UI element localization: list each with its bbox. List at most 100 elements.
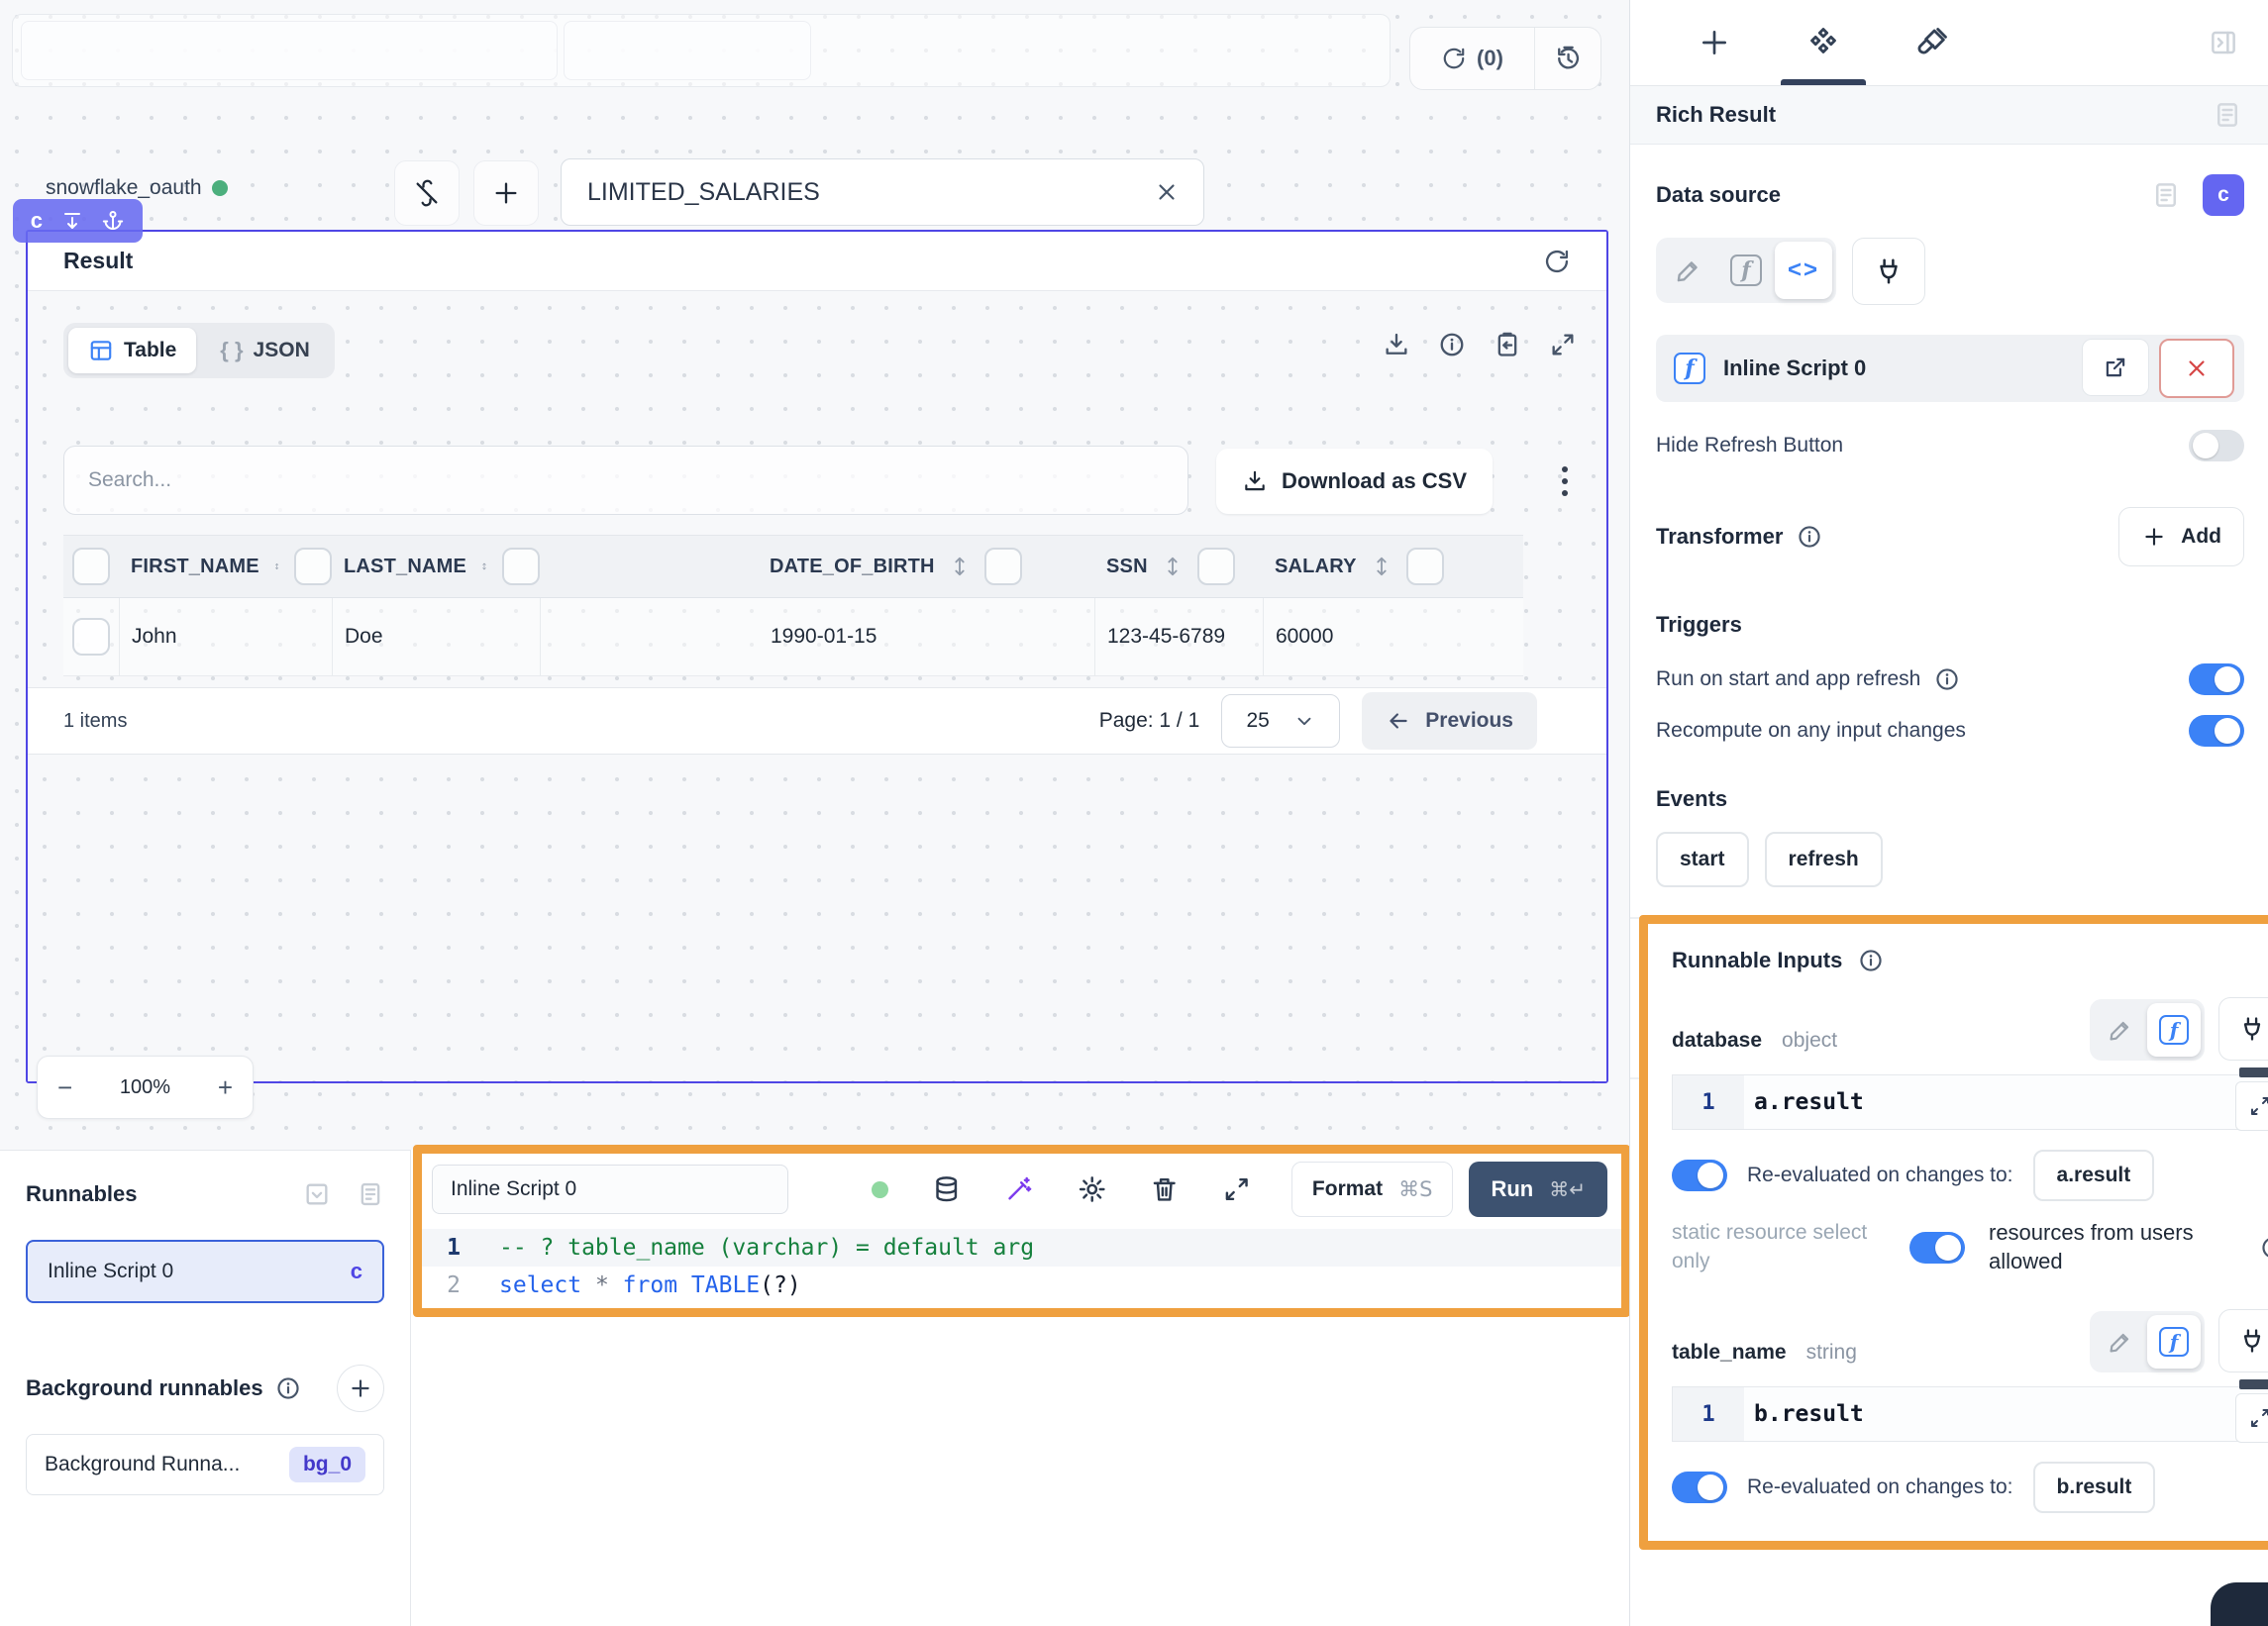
reeval-toggle[interactable] — [1672, 1160, 1727, 1191]
tab-insert-component[interactable] — [1660, 0, 1769, 85]
sort-icon[interactable] — [949, 554, 971, 579]
zoom-out-button[interactable]: − — [57, 1072, 72, 1103]
component-id-badge[interactable]: c — [2203, 174, 2244, 216]
expand-fullscreen-icon[interactable] — [1549, 331, 1577, 358]
code-expression-mode[interactable]: <> — [1775, 242, 1832, 299]
tab-table[interactable]: Table — [68, 328, 196, 373]
ai-magic-wand-icon[interactable] — [1004, 1174, 1033, 1204]
expression-mode[interactable]: f — [2147, 1003, 2201, 1057]
column-toggle-checkbox[interactable] — [1406, 548, 1444, 585]
select-all-checkbox[interactable] — [72, 548, 110, 585]
remove-script-button[interactable] — [2159, 339, 2234, 398]
collapse-panel-icon[interactable] — [303, 1180, 331, 1208]
sort-icon[interactable] — [480, 554, 488, 579]
unlink-button[interactable] — [394, 160, 460, 226]
format-button[interactable]: Format ⌘S — [1291, 1162, 1454, 1217]
table-name-text-input[interactable] — [585, 177, 1154, 208]
expand-expression-button[interactable] — [2235, 1081, 2268, 1131]
previous-page-button[interactable]: Previous — [1362, 692, 1537, 750]
refresh-all-button[interactable]: (0) — [1410, 28, 1534, 89]
expression-value[interactable]: b.result — [1744, 1401, 1864, 1427]
expand-expression-button[interactable] — [2235, 1393, 2268, 1443]
recompute-toggle[interactable] — [2189, 715, 2244, 747]
add-background-runnable-button[interactable] — [337, 1365, 384, 1412]
placeholder-component[interactable] — [12, 14, 1391, 87]
sort-icon[interactable] — [273, 554, 280, 579]
data-source-script-chip[interactable]: f Inline Script 0 — [1656, 335, 2244, 402]
scrollbar-nub[interactable] — [2239, 1067, 2268, 1077]
hide-refresh-toggle[interactable] — [2189, 430, 2244, 461]
docs-icon[interactable] — [2151, 180, 2181, 210]
sort-icon[interactable] — [1371, 554, 1392, 579]
corner-widget[interactable] — [2211, 1582, 2268, 1626]
collapse-sidebar-icon[interactable] — [2209, 28, 2238, 57]
column-toggle-checkbox[interactable] — [984, 548, 1022, 585]
result-refresh-icon[interactable] — [1543, 248, 1571, 275]
sql-code-editor[interactable]: 1 -- ? table_name (varchar) = default ar… — [422, 1229, 1621, 1304]
column-header-date-of-birth[interactable]: DATE_OF_BIRTH — [540, 548, 1094, 585]
static-pencil-mode[interactable] — [2094, 1003, 2147, 1057]
column-toggle-checkbox[interactable] — [1197, 548, 1235, 585]
reeval-toggle[interactable] — [1672, 1472, 1727, 1503]
event-start-pill[interactable]: start — [1656, 832, 1749, 887]
docs-icon[interactable] — [357, 1180, 384, 1208]
resources-from-users-toggle[interactable] — [1909, 1232, 1965, 1264]
column-header-last-name[interactable]: LAST_NAME — [332, 548, 540, 585]
column-toggle-checkbox[interactable] — [294, 548, 332, 585]
connect-input-button[interactable] — [2218, 997, 2268, 1061]
script-name-input[interactable] — [449, 1176, 772, 1202]
connect-input-button[interactable] — [2218, 1309, 2268, 1372]
tab-styling[interactable] — [1878, 0, 1987, 85]
copy-to-clipboard-icon[interactable] — [1494, 331, 1521, 358]
page-size-select[interactable]: 25 — [1221, 694, 1340, 748]
table-row[interactable]: John Doe 1990-01-15 123-45-6789 60000 — [63, 598, 1523, 676]
table-name-expression-editor[interactable]: 1 b.result — [1672, 1386, 2268, 1442]
expand-down-icon[interactable] — [60, 209, 84, 233]
history-button[interactable] — [1534, 28, 1600, 89]
open-script-button[interactable] — [2082, 339, 2149, 396]
anchor-icon[interactable] — [101, 209, 125, 233]
event-refresh-pill[interactable]: refresh — [1765, 832, 1883, 887]
column-header-ssn[interactable]: SSN — [1094, 548, 1263, 585]
runnable-item-inline-script-0[interactable]: Inline Script 0 c — [26, 1240, 384, 1303]
clear-input-icon[interactable] — [1154, 179, 1180, 205]
rich-result-component[interactable]: Result Table { } JSON — [26, 230, 1608, 1083]
template-mode[interactable]: f — [1717, 242, 1775, 299]
add-component-button[interactable] — [473, 160, 539, 226]
run-button[interactable]: Run ⌘↵ — [1469, 1162, 1607, 1217]
code-line-2[interactable]: 2 select * from TABLE(?) — [422, 1267, 1621, 1304]
download-icon[interactable] — [1383, 331, 1410, 358]
expression-mode[interactable]: f — [2147, 1315, 2201, 1369]
database-icon[interactable] — [932, 1174, 961, 1204]
placeholder-sub-component[interactable] — [21, 21, 558, 80]
component-toolbar[interactable]: c — [13, 199, 143, 243]
reeval-target-pill[interactable]: a.result — [2033, 1150, 2155, 1201]
column-header-first-name[interactable]: FIRST_NAME — [119, 548, 332, 585]
tab-component-settings[interactable] — [1769, 0, 1878, 85]
zoom-in-button[interactable]: + — [218, 1072, 233, 1103]
scrollbar-nub[interactable] — [2239, 1379, 2268, 1389]
database-expression-editor[interactable]: 1 a.result — [1672, 1074, 2268, 1130]
tab-json[interactable]: { } JSON — [200, 328, 329, 373]
settings-gear-icon[interactable] — [1078, 1174, 1106, 1204]
static-pencil-mode[interactable] — [1660, 242, 1717, 299]
background-runnable-item[interactable]: Background Runna... bg_0 — [26, 1434, 384, 1495]
connect-input-button[interactable] — [1852, 238, 1925, 305]
run-on-start-toggle[interactable] — [2189, 663, 2244, 695]
table-more-options-button[interactable] — [1545, 461, 1585, 501]
reeval-target-pill[interactable]: b.result — [2033, 1462, 2156, 1513]
code-line-1[interactable]: 1 -- ? table_name (varchar) = default ar… — [422, 1229, 1621, 1267]
table-search-input[interactable] — [86, 467, 1166, 493]
column-header-salary[interactable]: SALARY — [1263, 548, 1523, 585]
expand-editor-icon[interactable] — [1222, 1174, 1251, 1204]
docs-icon[interactable] — [2213, 100, 2242, 130]
download-csv-button[interactable]: Download as CSV — [1216, 449, 1493, 514]
row-checkbox[interactable] — [72, 618, 110, 656]
column-toggle-checkbox[interactable] — [502, 548, 540, 585]
delete-trash-icon[interactable] — [1150, 1174, 1179, 1204]
placeholder-sub-component[interactable] — [564, 21, 811, 80]
add-transformer-button[interactable]: Add — [2118, 507, 2244, 566]
static-pencil-mode[interactable] — [2094, 1315, 2147, 1369]
sort-icon[interactable] — [1162, 554, 1184, 579]
expression-value[interactable]: a.result — [1744, 1089, 1864, 1115]
